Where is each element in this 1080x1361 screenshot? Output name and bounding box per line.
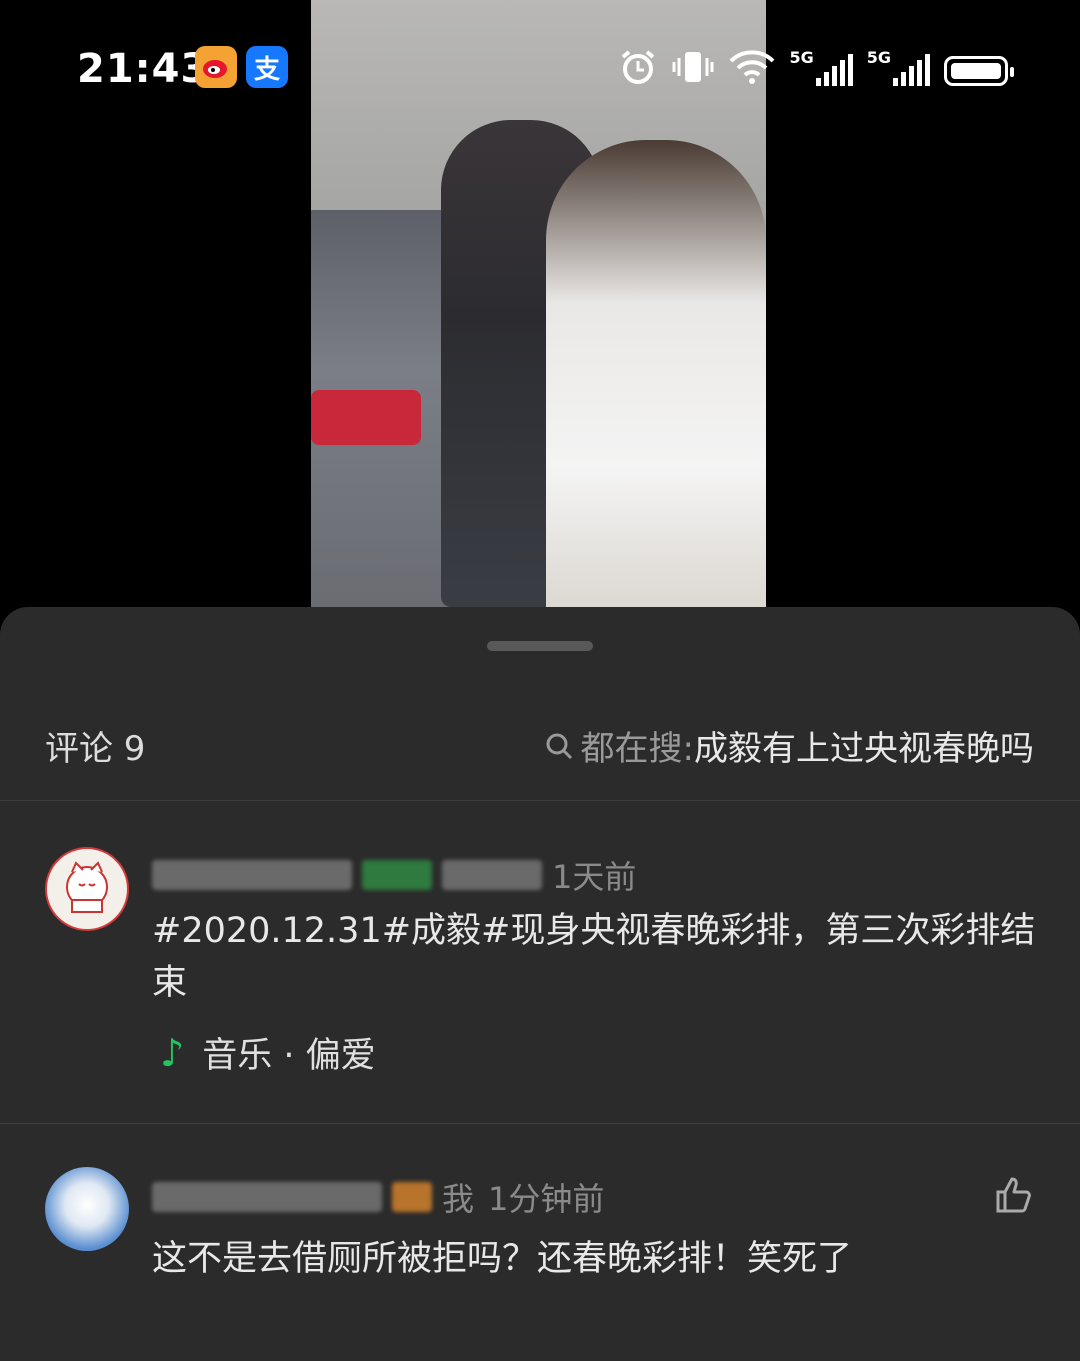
- blurred-username: [152, 1182, 382, 1212]
- comment-meta: 我 1分钟前: [152, 1177, 605, 1218]
- blurred-badge: [362, 860, 432, 890]
- blurred-username: [152, 860, 352, 890]
- comment-time: 1分钟前: [488, 1180, 605, 1218]
- alarm-icon: [619, 48, 657, 86]
- vibrate-icon: [671, 48, 715, 86]
- avatar[interactable]: [45, 1167, 129, 1251]
- status-bar: 21:43 支 5G 5G: [0, 0, 1080, 140]
- network-label: 5G: [866, 48, 891, 67]
- visible-username: 我: [442, 1180, 475, 1218]
- signal-icon: 5G: [867, 48, 930, 86]
- signal-icon: 5G: [789, 48, 853, 86]
- search-icon: [546, 733, 572, 759]
- music-note-icon: ♪: [160, 1030, 185, 1075]
- alipay-icon: 支: [246, 46, 288, 88]
- wifi-icon: [729, 48, 775, 86]
- comment-text: 这不是去借厕所被拒吗？还春晚彩排！笑死了: [152, 1239, 853, 1279]
- blurred-username: [442, 860, 542, 890]
- blurred-badge: [392, 1182, 432, 1212]
- divider: [0, 1123, 1080, 1124]
- thumbs-up-icon[interactable]: [994, 1175, 1034, 1215]
- search-term: 成毅有上过央视春晚吗: [694, 729, 1034, 769]
- music-tag[interactable]: ♪ 音乐 · 偏爱: [160, 1027, 376, 1078]
- drag-handle[interactable]: [487, 641, 593, 651]
- comments-panel: 评论 9 都在搜: 成毅有上过央视春晚吗 1天前 #2020.12.31#成毅#…: [0, 607, 1080, 1361]
- trending-search[interactable]: 都在搜: 成毅有上过央视春晚吗: [545, 721, 1034, 770]
- battery-icon: [944, 48, 1014, 86]
- comment-meta: 1天前: [152, 855, 637, 896]
- panel-header: 评论 9 都在搜: 成毅有上过央视春晚吗: [0, 703, 1080, 783]
- divider: [0, 800, 1080, 801]
- network-label: 5G: [789, 48, 814, 67]
- weibo-icon: [195, 46, 237, 88]
- car-taillight: [311, 390, 421, 445]
- avatar[interactable]: [45, 847, 129, 931]
- search-prefix: 都在搜:: [580, 729, 694, 769]
- comment-text: #2020.12.31#成毅#现身央视春晚彩排，第三次彩排结束: [152, 911, 1036, 1003]
- music-label: 音乐 · 偏爱: [202, 1036, 376, 1076]
- person-figure: [546, 140, 766, 607]
- status-time: 21:43: [77, 46, 210, 92]
- comment-count: 评论 9: [45, 729, 146, 769]
- comment-time: 1天前: [552, 858, 637, 896]
- status-icons: 5G 5G: [619, 48, 1014, 86]
